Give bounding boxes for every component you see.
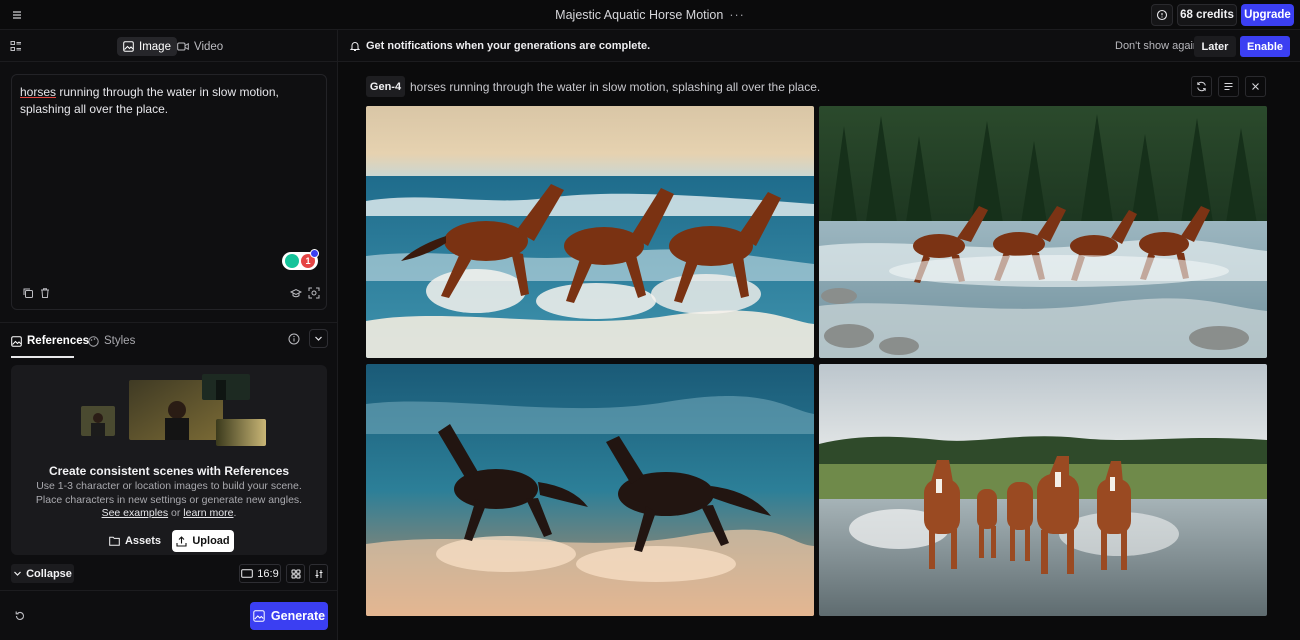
assets-button[interactable]: Assets: [104, 530, 166, 552]
image-count-button[interactable]: [286, 564, 305, 583]
notification-bar: Get notifications when your generations …: [338, 30, 1300, 62]
trash-icon[interactable]: [39, 287, 51, 299]
enable-button[interactable]: Enable: [1240, 36, 1290, 57]
generated-image[interactable]: [819, 364, 1267, 616]
model-badge: Gen-4: [366, 76, 405, 97]
active-tab-indicator: [11, 356, 74, 358]
references-desc-line2: Place characters in new settings or gene…: [35, 493, 303, 506]
bell-icon: [349, 40, 361, 52]
collapse-label: Collapse: [26, 567, 72, 580]
references-description: Use 1-3 character or location images to …: [11, 480, 327, 507]
generated-image[interactable]: [366, 106, 814, 358]
chat-icon: [1156, 9, 1168, 21]
copy-icon[interactable]: [22, 287, 34, 299]
grammarly-plus-icon: [310, 249, 319, 258]
aspect-ratio-label: 16:9: [257, 567, 279, 580]
scan-icon[interactable]: [308, 287, 320, 299]
feedback-button[interactable]: [1151, 4, 1173, 26]
grammarly-widget[interactable]: 1: [282, 249, 319, 270]
prompt-input[interactable]: horses running through the water in slow…: [20, 84, 320, 118]
divider: [0, 590, 338, 591]
refresh-icon: [1197, 81, 1206, 92]
expand-button[interactable]: [309, 329, 328, 348]
references-desc-line1: Use 1-3 character or location images to …: [36, 480, 302, 492]
info-icon[interactable]: [288, 333, 300, 345]
prompt-box[interactable]: horses running through the water in slow…: [11, 74, 327, 310]
references-heading: Create consistent scenes with References: [48, 464, 290, 478]
tab-image-label: Image: [139, 40, 171, 53]
learn-more-link[interactable]: learn more: [183, 507, 233, 519]
aspect-ratio-button[interactable]: 16:9: [239, 564, 281, 583]
reference-thumbnail: [216, 419, 266, 446]
rerun-button[interactable]: [1191, 76, 1212, 97]
tab-image[interactable]: Image: [117, 37, 177, 56]
close-icon: [1252, 83, 1259, 90]
upgrade-button[interactable]: Upgrade: [1241, 4, 1294, 26]
aspect-ratio-icon: [241, 569, 254, 578]
grammarly-logo-icon: [285, 254, 299, 268]
tab-video[interactable]: Video: [171, 37, 229, 56]
credits-button[interactable]: 68 credits: [1177, 4, 1237, 26]
see-examples-link[interactable]: See examples: [102, 507, 169, 519]
generate-button[interactable]: Generate: [250, 602, 328, 630]
project-title[interactable]: Majestic Aquatic Horse Motion ···: [0, 8, 1300, 22]
sliders-icon: [315, 569, 322, 578]
upload-label: Upload: [192, 535, 230, 547]
top-bar: Majestic Aquatic Horse Motion ··· 68 cred…: [0, 0, 1300, 30]
folder-icon: [109, 536, 120, 546]
reference-thumbnail: [81, 406, 115, 436]
generation-prompt: horses running through the water in slow…: [410, 80, 821, 94]
tab-video-label: Video: [194, 40, 224, 53]
reset-icon[interactable]: [14, 610, 26, 622]
reference-thumbnail: [202, 374, 250, 400]
generate-label: Generate: [270, 609, 326, 623]
references-icon: [11, 335, 22, 347]
upload-button[interactable]: Upload: [172, 530, 234, 552]
references-link-end: .: [233, 507, 237, 519]
chevron-down-icon: [315, 336, 322, 341]
text-lines-icon: [1224, 83, 1233, 90]
settings-button[interactable]: [309, 564, 328, 583]
assets-label: Assets: [124, 535, 162, 547]
grid-icon: [291, 569, 300, 578]
details-button[interactable]: [1218, 76, 1239, 97]
upload-icon: [176, 535, 187, 547]
generated-image[interactable]: [819, 106, 1267, 358]
palette-icon: [88, 335, 99, 347]
later-button[interactable]: Later: [1194, 36, 1236, 57]
tab-styles-label: Styles: [104, 335, 136, 347]
chevron-down-icon: [14, 571, 21, 576]
graduation-cap-icon[interactable]: [289, 287, 303, 299]
prompt-first-word: horses: [20, 85, 57, 99]
references-link-join: or: [168, 507, 184, 519]
generation-gallery: Gen-4 horses running through the water i…: [338, 62, 1300, 640]
close-button[interactable]: [1245, 76, 1266, 97]
prompt-rest: running through the water in slow motion…: [20, 85, 279, 116]
video-icon: [177, 42, 189, 51]
references-tabs: References Styles: [0, 322, 338, 358]
notification-message: Get notifications when your generations …: [366, 40, 651, 52]
more-options-icon[interactable]: ···: [729, 8, 745, 22]
image-icon: [123, 41, 134, 52]
image-icon: [253, 610, 265, 622]
project-title-text[interactable]: Majestic Aquatic Horse Motion: [555, 8, 723, 22]
tab-styles[interactable]: Styles: [88, 333, 135, 349]
sidebar-toggle-icon[interactable]: [10, 40, 22, 52]
references-card: Create consistent scenes with References…: [11, 365, 327, 555]
tab-references[interactable]: References: [11, 333, 89, 349]
dont-show-again-button[interactable]: Don't show again: [1115, 40, 1199, 52]
references-links: See examples or learn more.: [11, 507, 327, 519]
generated-image[interactable]: [366, 364, 814, 616]
mode-switcher: Image Video: [0, 30, 338, 62]
tab-references-label: References: [27, 335, 90, 347]
collapse-button[interactable]: Collapse: [11, 564, 74, 583]
left-panel: Image Video horses running through the w…: [0, 30, 338, 640]
